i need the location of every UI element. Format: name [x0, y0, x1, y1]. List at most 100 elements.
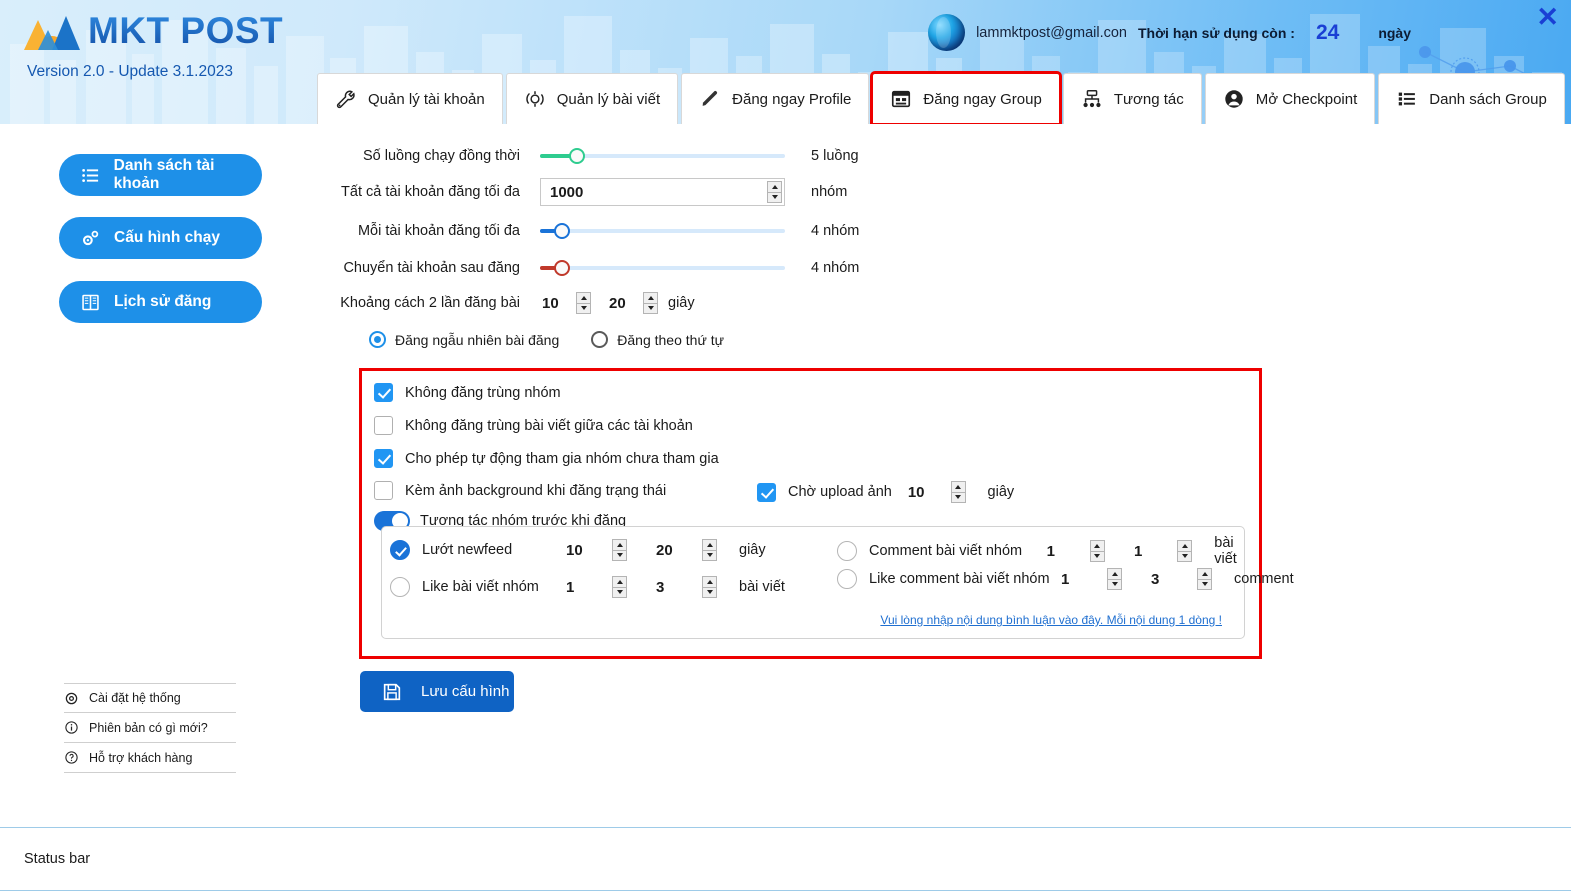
- stepper-down[interactable]: [703, 551, 716, 561]
- stepper-down[interactable]: [1178, 552, 1191, 562]
- radio-indicator[interactable]: [591, 331, 609, 348]
- interaction-min-value[interactable]: 1: [566, 579, 600, 596]
- stepper-down[interactable]: [613, 551, 626, 561]
- checkbox-khong-dang-trung-bai-viet[interactable]: Không đăng trùng bài viết giữa các tài k…: [374, 416, 693, 435]
- interval-min-value[interactable]: 10: [542, 295, 576, 312]
- each-account-slider[interactable]: [540, 223, 785, 239]
- interaction-min-stepper[interactable]: [612, 576, 627, 598]
- slider-knob[interactable]: [554, 260, 570, 276]
- sidebar-item-cau-hinh-chay[interactable]: Cấu hình chạy: [59, 217, 262, 259]
- all-accounts-stepper[interactable]: [767, 181, 782, 203]
- stepper-up[interactable]: [613, 577, 626, 588]
- save-button-label: Lưu cấu hình: [421, 683, 510, 700]
- stepper-up[interactable]: [768, 182, 781, 193]
- interaction-max-stepper[interactable]: [1177, 540, 1193, 562]
- stepper-up[interactable]: [1090, 541, 1104, 552]
- stepper-down[interactable]: [613, 588, 626, 598]
- checkbox-indicator[interactable]: [374, 449, 393, 468]
- checkbox-indicator[interactable]: [837, 541, 857, 561]
- stepper-up[interactable]: [1108, 569, 1121, 580]
- interaction-row-luot-newfeed[interactable]: Lướt newfeed 10 20 giây: [390, 539, 766, 561]
- sidebar-item-lich-su-dang[interactable]: Lịch sử đăng: [59, 281, 262, 323]
- stepper-down[interactable]: [577, 304, 590, 314]
- interaction-max-value[interactable]: 20: [656, 542, 690, 559]
- checkbox-kem-anh-background[interactable]: Kèm ảnh background khi đăng trạng thái: [374, 481, 666, 500]
- tab-dang-ngay-group[interactable]: Đăng ngay Group: [870, 71, 1062, 124]
- stepper-up[interactable]: [1178, 541, 1192, 552]
- interaction-max-value[interactable]: 1: [1134, 543, 1165, 560]
- comment-hint-link[interactable]: Vui lòng nhập nội dung bình luận vào đây…: [880, 613, 1222, 627]
- stepper-down[interactable]: [1108, 580, 1121, 590]
- radio-dang-theo-thu-tu[interactable]: Đăng theo thứ tự: [591, 331, 724, 348]
- stepper-up[interactable]: [644, 293, 657, 304]
- setting-row-interval: Khoảng cách 2 lần đăng bài 10 20 giây: [320, 292, 695, 314]
- tab-dang-ngay-profile[interactable]: Đăng ngay Profile: [681, 73, 870, 124]
- interaction-min-stepper[interactable]: [1089, 540, 1105, 562]
- stepper-down[interactable]: [952, 493, 965, 503]
- interaction-row-like-bai-viet-nhom[interactable]: Like bài viết nhóm 1 3 bài viết: [390, 576, 785, 598]
- wait-upload-value[interactable]: 10: [908, 484, 925, 501]
- checkbox-indicator[interactable]: [390, 577, 410, 597]
- tab-mo-checkpoint[interactable]: Mở Checkpoint: [1204, 73, 1376, 124]
- stepper-down[interactable]: [1091, 552, 1104, 562]
- expiry-unit: ngày: [1378, 24, 1411, 41]
- interval-min-stepper[interactable]: [576, 292, 591, 314]
- stepper-up[interactable]: [1198, 569, 1211, 580]
- interaction-row-comment-bai-viet-nhom[interactable]: Comment bài viết nhóm 1 1 bài viết: [837, 535, 1257, 567]
- radio-indicator[interactable]: [369, 331, 386, 348]
- interaction-min-value[interactable]: 10: [566, 542, 600, 559]
- left-sidebar: Danh sách tài khoản Cấu hình chạy Lịch s…: [0, 124, 320, 827]
- sidebar-item-danh-sach-tai-khoan[interactable]: Danh sách tài khoản: [59, 154, 262, 196]
- stepper-down[interactable]: [1198, 580, 1211, 590]
- interaction-max-value[interactable]: 3: [1151, 571, 1185, 588]
- sidebar-link-phien-ban-co-gi-moi[interactable]: Phiên bản có gì mới?: [64, 713, 236, 743]
- wait-upload-stepper[interactable]: [950, 481, 966, 503]
- radio-dang-ngau-nhien[interactable]: Đăng ngẫu nhiên bài đăng: [369, 331, 559, 348]
- checkbox-indicator[interactable]: [374, 383, 393, 402]
- stepper-up[interactable]: [577, 293, 590, 304]
- checkbox-indicator[interactable]: [390, 540, 410, 560]
- checkbox-indicator[interactable]: [374, 481, 393, 500]
- checkbox-label: Không đăng trùng bài viết giữa các tài k…: [405, 417, 693, 434]
- checkbox-indicator[interactable]: [837, 569, 857, 589]
- slider-knob[interactable]: [569, 148, 585, 164]
- threads-slider[interactable]: [540, 148, 785, 164]
- checkbox-khong-dang-trung-nhom[interactable]: Không đăng trùng nhóm: [374, 383, 561, 402]
- checkbox-indicator[interactable]: [374, 416, 393, 435]
- interval-max-stepper[interactable]: [643, 292, 658, 314]
- tab-tuong-tac[interactable]: Tương tác: [1062, 73, 1202, 124]
- interaction-min-value[interactable]: 1: [1047, 543, 1078, 560]
- interaction-min-value[interactable]: 1: [1061, 571, 1095, 588]
- interaction-max-stepper[interactable]: [702, 539, 717, 561]
- switch-after-slider[interactable]: [540, 260, 785, 276]
- stepper-down[interactable]: [644, 304, 657, 314]
- stepper-up[interactable]: [951, 482, 965, 493]
- interaction-row-like-comment-bai-viet-nhom[interactable]: Like comment bài viết nhóm 1 3 comment: [837, 568, 1294, 590]
- stepper-down[interactable]: [768, 193, 781, 203]
- sidebar-link-cai-dat-he-thong[interactable]: Cài đặt hệ thống: [64, 683, 236, 713]
- interaction-max-value[interactable]: 3: [656, 579, 690, 596]
- tab-quan-ly-bai-viet[interactable]: Quản lý bài viết: [505, 73, 679, 124]
- tab-label: Tương tác: [1113, 90, 1184, 108]
- interaction-min-stepper[interactable]: [612, 539, 627, 561]
- interaction-min-stepper[interactable]: [1107, 568, 1122, 590]
- stepper-up[interactable]: [703, 540, 716, 551]
- interval-max-value[interactable]: 20: [609, 295, 643, 312]
- tab-quan-ly-tai-khoan[interactable]: Quản lý tài khoản: [317, 73, 503, 124]
- all-accounts-input[interactable]: 1000: [540, 178, 785, 206]
- tab-danh-sach-group[interactable]: Danh sách Group: [1378, 73, 1565, 124]
- interaction-max-stepper[interactable]: [702, 576, 717, 598]
- stepper-down[interactable]: [703, 588, 716, 598]
- stepper-up[interactable]: [613, 540, 626, 551]
- interaction-max-stepper[interactable]: [1197, 568, 1212, 590]
- save-button[interactable]: Lưu cấu hình: [360, 671, 514, 712]
- checkbox-cho-upload-anh[interactable]: Chờ upload ảnh 10 giây: [757, 481, 1014, 503]
- slider-knob[interactable]: [554, 223, 570, 239]
- checkbox-cho-phep-tu-dong-tham-gia[interactable]: Cho phép tự động tham gia nhóm chưa tham…: [374, 449, 719, 468]
- application-window: MKT POST Version 2.0 - Update 3.1.2023 l…: [0, 0, 1571, 891]
- stepper-up[interactable]: [703, 577, 716, 588]
- sidebar-link-ho-tro-khach-hang[interactable]: Hỗ trợ khách hàng: [64, 743, 236, 773]
- close-icon[interactable]: ✕: [1536, 4, 1559, 31]
- setting-row-all-accounts-max: Tất cả tài khoản đăng tối đa 1000 nhóm: [320, 178, 1020, 206]
- checkbox-indicator[interactable]: [757, 482, 776, 502]
